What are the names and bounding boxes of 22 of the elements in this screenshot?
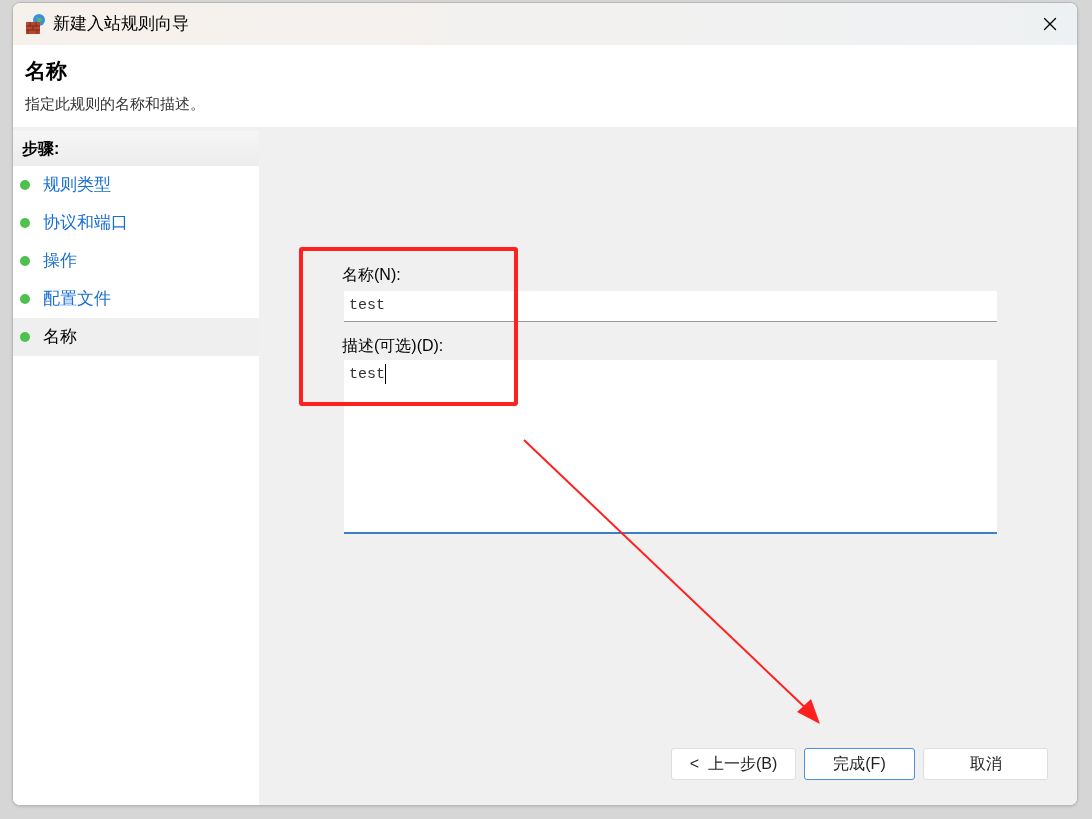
- wizard-button[interactable]: < 上一步(B): [671, 748, 796, 780]
- status-dot-icon: [19, 217, 31, 229]
- step-item[interactable]: 协议和端口: [13, 204, 259, 242]
- status-dot-icon: [19, 255, 31, 267]
- name-input[interactable]: test: [344, 291, 997, 322]
- wizard-button[interactable]: 完成(F): [804, 748, 915, 780]
- step-item[interactable]: 操作: [13, 242, 259, 280]
- page-title: 名称: [25, 58, 68, 84]
- status-dot-icon: [19, 331, 31, 343]
- step-item[interactable]: 名称: [13, 318, 259, 356]
- status-dot-icon: [19, 179, 31, 191]
- page-subtitle: 指定此规则的名称和描述。: [25, 93, 206, 114]
- description-label: 描述(可选)(D):: [342, 336, 445, 356]
- status-dot-icon: [19, 293, 31, 305]
- steps-heading: 步骤:: [13, 131, 259, 166]
- wizard-button[interactable]: 取消: [923, 748, 1048, 780]
- name-label: 名称(N):: [342, 265, 402, 285]
- window-title: 新建入站规则向导: [53, 13, 189, 36]
- step-item[interactable]: 规则类型: [13, 166, 259, 204]
- step-item[interactable]: 配置文件: [13, 280, 259, 318]
- firewall-globe-icon: [25, 13, 47, 35]
- description-textarea[interactable]: test: [344, 360, 997, 534]
